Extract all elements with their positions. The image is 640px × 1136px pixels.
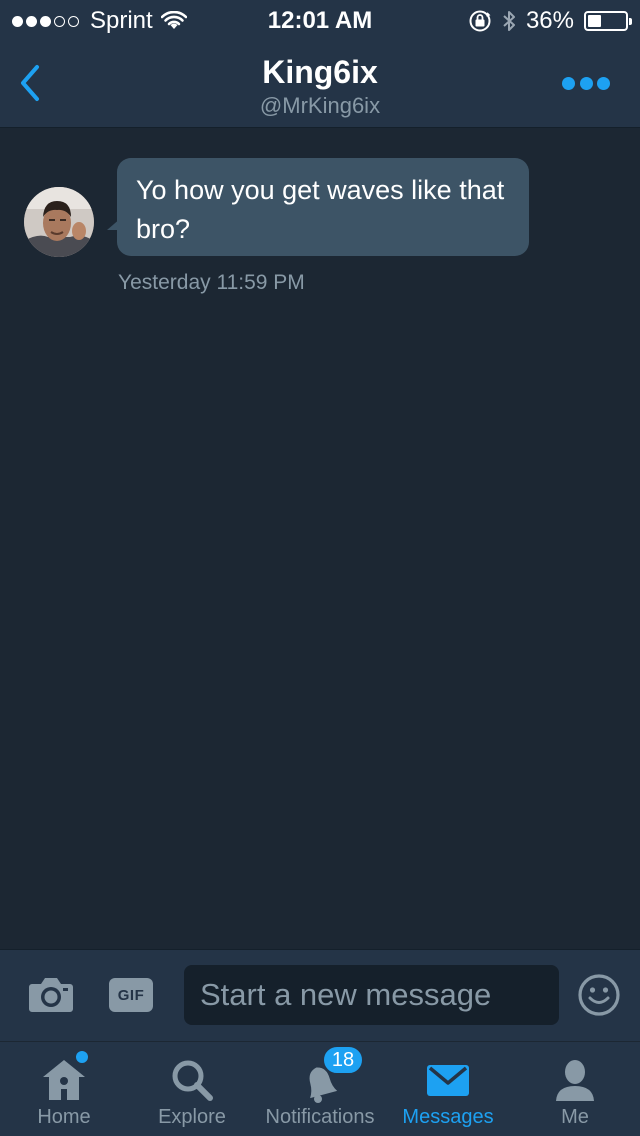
tab-label: Me bbox=[561, 1106, 589, 1128]
nav-bar: King6ix @MrKing6ix bbox=[0, 40, 640, 128]
home-new-dot bbox=[76, 1051, 88, 1063]
camera-button[interactable] bbox=[28, 974, 74, 1014]
tab-messages[interactable]: Messages bbox=[396, 1042, 500, 1136]
bell-icon: 18 bbox=[292, 1045, 364, 1106]
conversation-title: King6ix bbox=[262, 54, 378, 90]
more-dots-icon bbox=[562, 76, 575, 90]
gif-button[interactable]: GIF bbox=[109, 978, 153, 1012]
emoji-button[interactable] bbox=[577, 973, 621, 1017]
home-icon bbox=[36, 1051, 92, 1106]
battery-icon bbox=[584, 11, 632, 31]
tab-explore[interactable]: Explore bbox=[148, 1042, 236, 1136]
conversation-thread[interactable]: Yo how you get waves like that bro? Yest… bbox=[0, 129, 640, 949]
status-right: 36% bbox=[458, 7, 632, 35]
more-options-button[interactable] bbox=[562, 72, 610, 94]
rotation-lock-icon bbox=[469, 10, 491, 32]
tab-bar: Home Explore 18 Notifications Messages M… bbox=[0, 1042, 640, 1136]
battery-tip bbox=[629, 18, 632, 25]
message-input[interactable] bbox=[184, 965, 559, 1025]
more-dots-icon bbox=[579, 76, 593, 90]
camera-icon bbox=[29, 978, 73, 1012]
tab-label: Messages bbox=[402, 1106, 494, 1128]
emoji-icon bbox=[578, 974, 620, 1016]
tab-label: Explore bbox=[158, 1106, 226, 1128]
tab-me[interactable]: Me bbox=[540, 1042, 610, 1136]
top-chrome: Sprint 12:01 AM 36% King6ix @MrKing6ix bbox=[0, 0, 640, 128]
battery-fill bbox=[588, 15, 601, 27]
avatar[interactable] bbox=[24, 187, 94, 257]
more-dots-icon bbox=[597, 76, 610, 90]
battery-percent: 36% bbox=[525, 7, 574, 34]
tab-home[interactable]: Home bbox=[22, 1042, 106, 1136]
search-icon bbox=[164, 1054, 220, 1106]
message-composer: GIF bbox=[0, 949, 640, 1041]
bluetooth-icon bbox=[503, 11, 515, 31]
tab-notifications[interactable]: 18 Notifications bbox=[256, 1042, 384, 1136]
avatar-photo bbox=[24, 187, 94, 257]
message-bubble[interactable]: Yo how you get waves like that bro? bbox=[117, 158, 529, 256]
person-icon bbox=[547, 1054, 603, 1106]
conversation-handle: @MrKing6ix bbox=[259, 93, 381, 118]
status-bar: Sprint 12:01 AM 36% bbox=[0, 0, 640, 40]
notification-count-badge: 18 bbox=[322, 1045, 364, 1075]
tab-label: Notifications bbox=[265, 1106, 375, 1128]
message-timestamp: Yesterday 11:59 PM bbox=[118, 271, 305, 294]
tab-label: Home bbox=[37, 1106, 91, 1128]
envelope-icon bbox=[420, 1054, 476, 1106]
